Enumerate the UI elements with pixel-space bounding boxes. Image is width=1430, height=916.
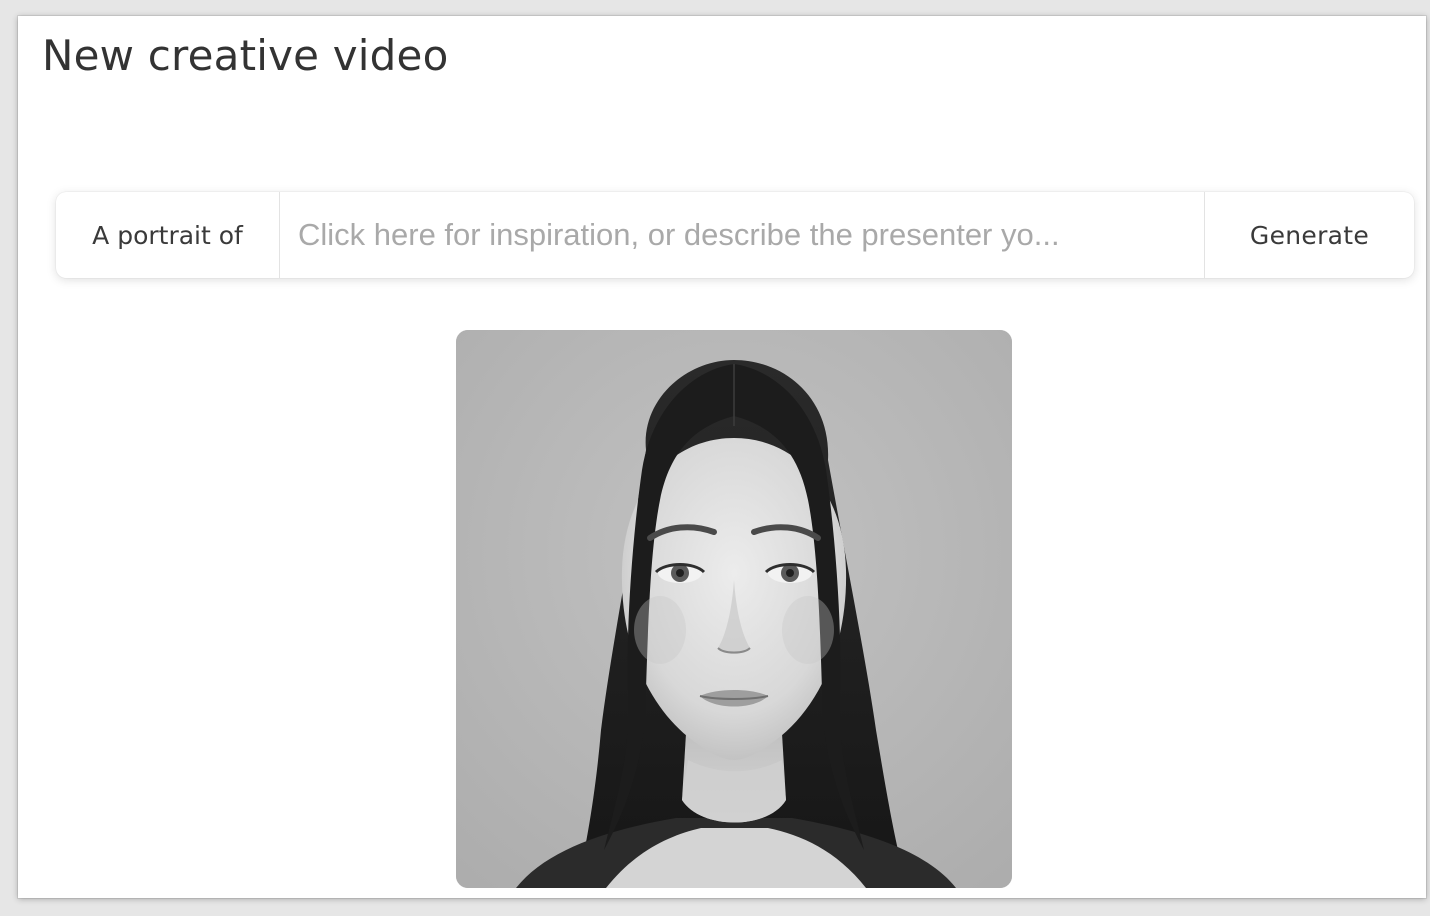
portrait-image [456,330,1012,888]
prompt-prefix-label: A portrait of [56,192,280,278]
creative-video-panel: New creative video A portrait of Generat… [18,16,1426,898]
presenter-portrait[interactable] [456,330,1012,888]
page-title: New creative video [42,31,449,80]
prompt-bar: A portrait of Generate [56,192,1414,278]
presenter-description-input[interactable] [280,192,1204,278]
generate-button[interactable]: Generate [1204,192,1414,278]
